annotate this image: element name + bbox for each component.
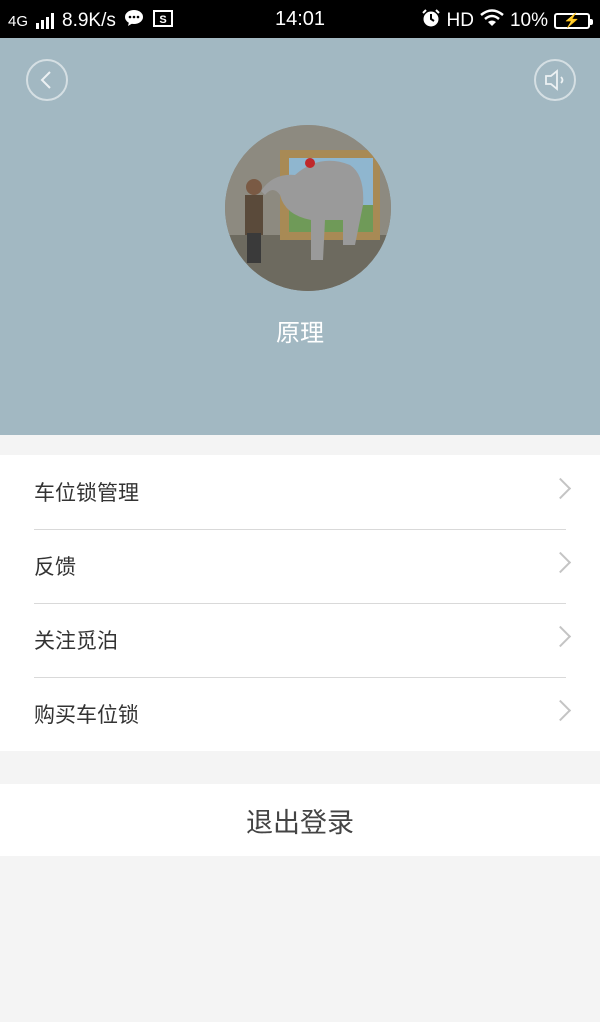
- status-bar: 4G 8.9K/s S 14:01 HD 10% ⚡: [0, 0, 600, 38]
- logout-button[interactable]: 退出登录: [0, 784, 600, 856]
- battery-icon: ⚡: [554, 12, 593, 29]
- chevron-right-icon: [549, 625, 572, 648]
- menu-item-label: 购买车位锁: [34, 703, 139, 727]
- avatar-image: [225, 125, 391, 291]
- wifi-icon: [480, 9, 504, 33]
- chevron-right-icon: [549, 699, 572, 722]
- chevron-right-icon: [549, 477, 572, 500]
- avatar[interactable]: [225, 125, 391, 291]
- hd-label: HD: [446, 10, 474, 31]
- status-right: HD 10% ⚡: [421, 8, 593, 34]
- sound-button[interactable]: [534, 59, 576, 101]
- menu-item-parking-lock-management[interactable]: 车位锁管理: [0, 455, 600, 529]
- chevron-right-icon: [549, 551, 572, 574]
- alarm-icon: [421, 8, 441, 34]
- menu-list: 车位锁管理 反馈 关注觅泊 购买车位锁: [0, 455, 600, 751]
- username: 原理: [276, 319, 324, 347]
- menu-item-label: 车位锁管理: [34, 481, 139, 505]
- menu-item-label: 关注觅泊: [34, 629, 118, 653]
- menu-item-label: 反馈: [34, 555, 76, 579]
- menu-item-buy-parking-lock[interactable]: 购买车位锁: [0, 677, 600, 751]
- logout-label: 退出登录: [246, 807, 354, 839]
- battery-percent: 10%: [509, 10, 548, 31]
- menu-item-feedback[interactable]: 反馈: [0, 529, 600, 603]
- menu-item-follow[interactable]: 关注觅泊: [0, 603, 600, 677]
- back-button[interactable]: [26, 59, 68, 101]
- profile-header: 原理: [0, 38, 600, 435]
